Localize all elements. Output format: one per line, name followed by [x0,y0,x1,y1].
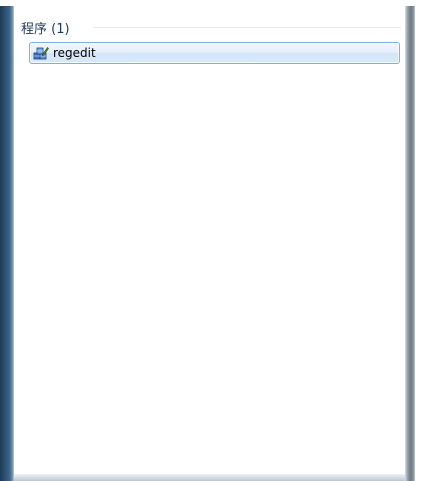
registry-editor-icon [33,45,49,61]
start-menu-search-results: 程序 (1) regedit [0,0,424,481]
group-separator-line [94,27,401,28]
left-border-cap [0,0,14,6]
right-border-cap [405,0,415,6]
left-window-border [0,0,14,481]
right-edge-background [415,0,424,481]
result-item-label: regedit [53,46,96,60]
result-group-title: 程序 (1) [21,21,70,37]
results-panel: 程序 (1) regedit [14,6,405,474]
result-item-regedit[interactable]: regedit [29,42,400,64]
result-group-header: 程序 (1) [21,18,70,37]
right-window-border [405,0,415,481]
bottom-window-border [14,474,405,481]
